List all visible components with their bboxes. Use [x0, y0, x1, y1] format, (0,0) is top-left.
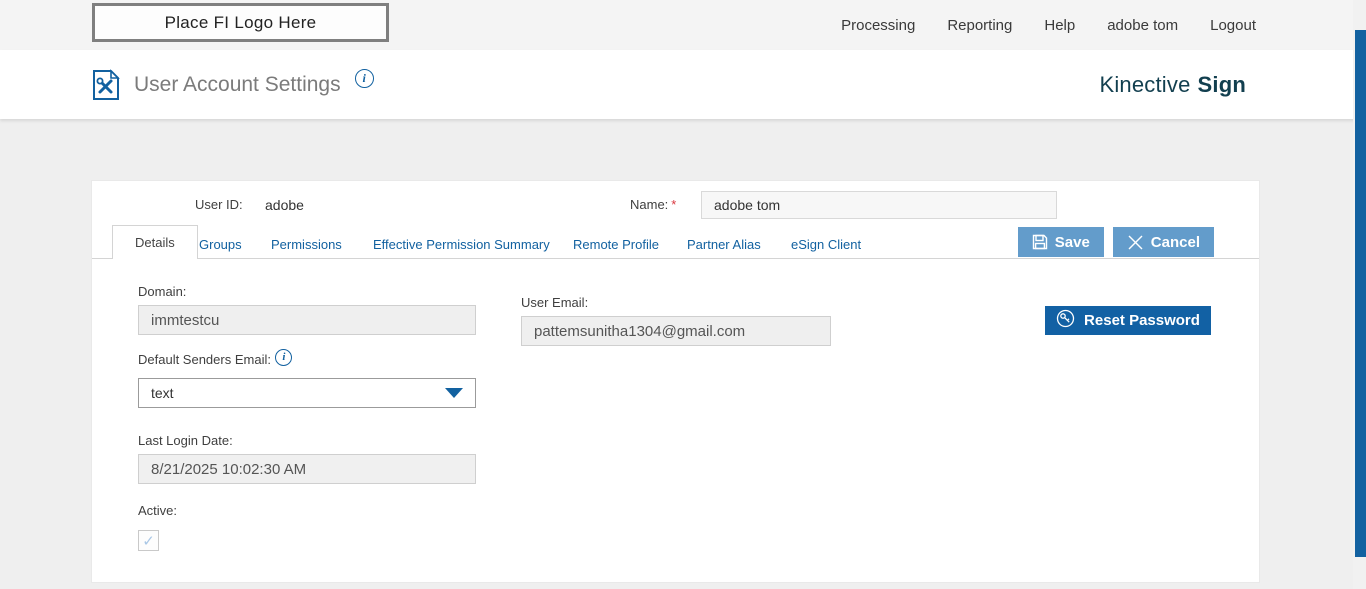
- default-senders-email-label: Default Senders Email:: [138, 352, 271, 367]
- checkmark-icon: ✓: [142, 532, 155, 550]
- required-asterisk: *: [671, 197, 677, 212]
- brand-logo: Kinective Sign: [1099, 50, 1246, 119]
- vertical-scrollbar-track[interactable]: [1353, 0, 1366, 589]
- fi-logo-placeholder: Place FI Logo Here: [92, 3, 389, 42]
- nav-item-help[interactable]: Help: [1044, 17, 1075, 34]
- tab-details[interactable]: Details: [112, 225, 198, 259]
- last-login-date-group: Last Login Date: 8/21/2025 10:02:30 AM: [138, 433, 476, 484]
- page-header: User Account Settings Kinective Sign: [0, 50, 1366, 119]
- default-senders-email-select[interactable]: text: [138, 378, 476, 408]
- active-checkbox[interactable]: ✓: [138, 530, 159, 551]
- tab-partner-alias[interactable]: Partner Alias: [687, 229, 761, 259]
- cancel-button[interactable]: Cancel: [1112, 227, 1214, 257]
- name-field[interactable]: [701, 191, 1057, 219]
- page-title: User Account Settings: [134, 72, 341, 96]
- nav-item-processing[interactable]: Processing: [841, 17, 915, 34]
- nav-item-logout[interactable]: Logout: [1210, 17, 1256, 34]
- vertical-scrollbar-thumb[interactable]: [1355, 30, 1366, 557]
- user-account-settings-panel: User ID: adobe Name:* Details Groups Per…: [91, 180, 1260, 583]
- default-senders-email-group: Default Senders Email: text: [138, 348, 476, 408]
- tab-strip-divider: [92, 258, 1259, 259]
- user-email-field: pattemsunitha1304@gmail.com: [521, 316, 831, 346]
- user-email-field-group: User Email: pattemsunitha1304@gmail.com: [521, 295, 831, 346]
- tab-esign-client[interactable]: eSign Client: [791, 229, 861, 259]
- tab-effective-permission-summary[interactable]: Effective Permission Summary: [373, 229, 550, 259]
- fi-logo-text: Place FI Logo Here: [164, 12, 317, 32]
- tab-remote-profile[interactable]: Remote Profile: [573, 229, 659, 259]
- last-login-date-label: Last Login Date:: [138, 433, 233, 448]
- save-icon: [1032, 234, 1048, 250]
- user-id-label: User ID:: [195, 197, 243, 212]
- active-label: Active:: [138, 503, 178, 518]
- reset-password-key-icon: [1056, 309, 1075, 332]
- domain-field: immtestcu: [138, 305, 476, 335]
- domain-label: Domain:: [138, 284, 187, 299]
- identity-row: User ID: adobe Name: *: [92, 191, 1259, 221]
- tab-strip: Details Groups Permissions Effective Per…: [92, 225, 1259, 259]
- chevron-down-icon: [445, 388, 463, 398]
- default-senders-email-info-icon[interactable]: [275, 348, 293, 366]
- name-label: Name: *: [630, 197, 677, 212]
- domain-field-group: Domain: immtestcu: [138, 284, 476, 335]
- top-navigation: Processing Reporting Help adobe tom Logo…: [841, 0, 1256, 50]
- reset-password-button[interactable]: Reset Password: [1045, 306, 1211, 335]
- tab-groups[interactable]: Groups: [199, 229, 242, 259]
- user-email-label: User Email:: [521, 295, 589, 310]
- brand-product: Sign: [1197, 71, 1246, 97]
- brand-name: Kinective: [1099, 71, 1191, 97]
- save-button[interactable]: Save: [1017, 227, 1104, 257]
- page-info-icon[interactable]: [354, 69, 374, 88]
- nav-item-reporting[interactable]: Reporting: [947, 17, 1012, 34]
- last-login-date-field: 8/21/2025 10:02:30 AM: [138, 454, 476, 484]
- tab-permissions[interactable]: Permissions: [271, 229, 342, 259]
- cancel-x-icon: [1127, 234, 1144, 251]
- top-bar: Place FI Logo Here Processing Reporting …: [0, 0, 1366, 50]
- active-group: Active: ✓: [138, 503, 177, 551]
- nav-item-user-menu[interactable]: adobe tom: [1107, 17, 1178, 34]
- settings-document-icon: [92, 68, 120, 101]
- user-id-value: adobe: [265, 197, 304, 213]
